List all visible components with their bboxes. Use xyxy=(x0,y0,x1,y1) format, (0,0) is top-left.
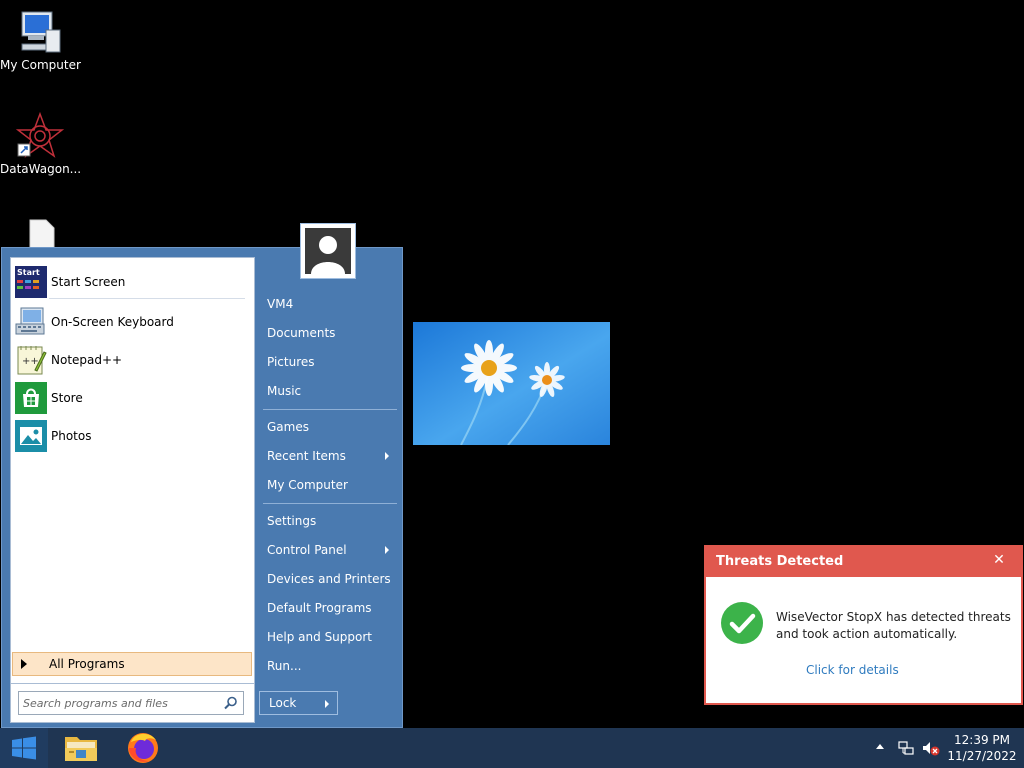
menu-separator xyxy=(263,409,397,410)
desktop-icon-label: DataWagon... xyxy=(0,162,82,176)
menu-item-label: Run... xyxy=(267,659,302,673)
folder-icon xyxy=(65,737,97,761)
menu-item-label: My Computer xyxy=(267,478,348,492)
show-hidden-icons-chevron-up-icon[interactable] xyxy=(876,744,884,749)
menu-separator xyxy=(263,503,397,504)
menu-item-label: Settings xyxy=(267,514,317,528)
threat-notification[interactable]: Threats Detected ✕ WiseVector StopX has … xyxy=(704,545,1023,705)
menu-item-label: Documents xyxy=(267,326,336,340)
firefox-icon xyxy=(128,733,158,763)
pinned-programs-list: Start Start Screen On-Screen Keyboard ++… xyxy=(10,257,255,690)
menu-item-label: VM4 xyxy=(267,297,294,311)
menu-item-label: Recent Items xyxy=(267,449,346,463)
pinned-item-label: Start Screen xyxy=(51,275,126,289)
menu-item-games[interactable]: Games xyxy=(259,414,399,440)
desktop-icon-my-computer[interactable]: My Computer xyxy=(0,8,81,72)
notification-title: Threats Detected xyxy=(716,554,844,569)
checkmark-icon xyxy=(720,601,764,645)
pinned-item-photos[interactable]: Photos xyxy=(15,418,251,454)
notification-header: Threats Detected ✕ xyxy=(706,547,1021,577)
start-screen-icon-text: Start xyxy=(17,268,40,277)
pinned-item-notepad-plus-plus[interactable]: ++ Notepad++ xyxy=(15,342,251,378)
network-icon[interactable] xyxy=(898,740,914,756)
menu-item-help-and-support[interactable]: Help and Support xyxy=(259,624,399,650)
computer-icon xyxy=(16,8,64,56)
pinned-item-label: Notepad++ xyxy=(51,353,123,367)
user-picture[interactable] xyxy=(300,223,356,279)
menu-item-run[interactable]: Run... xyxy=(259,653,399,679)
wallpaper-preview-image xyxy=(413,322,610,445)
all-programs-button[interactable]: All Programs xyxy=(12,652,252,676)
submenu-arrow-icon xyxy=(385,452,389,460)
menu-item-recent-items[interactable]: Recent Items xyxy=(259,443,399,469)
menu-item-music[interactable]: Music xyxy=(259,378,399,404)
notepad-plus-icon: ++ xyxy=(15,344,47,376)
menu-item-label: Control Panel xyxy=(267,543,347,557)
search-box xyxy=(10,683,255,723)
menu-item-default-programs[interactable]: Default Programs xyxy=(259,595,399,621)
windows-logo-icon xyxy=(12,736,36,760)
menu-item-my-computer[interactable]: My Computer xyxy=(259,472,399,498)
menu-item-label: Games xyxy=(267,420,309,434)
start-menu: Start Start Screen On-Screen Keyboard ++… xyxy=(1,247,403,728)
desktop-icon-label: My Computer xyxy=(0,58,81,72)
menu-item-label: Music xyxy=(267,384,302,398)
menu-item-label: Help and Support xyxy=(267,630,372,644)
start-button[interactable] xyxy=(0,728,48,768)
pinned-item-label: Photos xyxy=(51,429,92,443)
pinned-item-store[interactable]: Store xyxy=(15,380,251,416)
pinned-item-label: On-Screen Keyboard xyxy=(51,315,174,329)
pinned-separator xyxy=(49,298,245,299)
menu-item-user-folder[interactable]: VM4 xyxy=(259,291,399,317)
menu-item-pictures[interactable]: Pictures xyxy=(259,349,399,375)
datawagon-icon xyxy=(15,111,65,160)
pinned-item-start-screen[interactable]: Start Start Screen xyxy=(15,264,251,300)
pinned-item-label: Store xyxy=(51,391,83,405)
lock-button[interactable]: Lock xyxy=(259,691,319,715)
svg-text:++: ++ xyxy=(22,356,39,367)
taskbar-firefox-button[interactable] xyxy=(118,728,168,768)
taskbar-clock[interactable]: 12:39 PM 11/27/2022 xyxy=(944,732,1020,764)
pinned-item-on-screen-keyboard[interactable]: On-Screen Keyboard xyxy=(15,304,251,340)
volume-muted-icon[interactable] xyxy=(922,740,940,756)
start-menu-right-pane: VM4 Documents Pictures Music Games Recen… xyxy=(259,248,403,728)
store-icon xyxy=(15,382,47,414)
notification-body: WiseVector StopX has detected threats an… xyxy=(706,577,1021,701)
taskbar: 12:39 PM 11/27/2022 xyxy=(0,728,1024,768)
menu-item-settings[interactable]: Settings xyxy=(259,508,399,534)
notification-message: WiseVector StopX has detected threats an… xyxy=(776,610,1011,641)
photos-icon xyxy=(15,420,47,452)
clock-date: 11/27/2022 xyxy=(947,749,1017,763)
menu-item-label: Devices and Printers xyxy=(267,572,391,586)
search-input[interactable] xyxy=(18,691,244,715)
menu-item-control-panel[interactable]: Control Panel xyxy=(259,537,399,563)
menu-item-documents[interactable]: Documents xyxy=(259,320,399,346)
desktop-icon-datawagon[interactable]: DataWagon... xyxy=(0,111,82,176)
triangle-right-icon xyxy=(21,659,27,669)
close-icon[interactable]: ✕ xyxy=(991,547,1007,577)
search-icon[interactable] xyxy=(224,696,238,710)
clock-time: 12:39 PM xyxy=(954,733,1010,747)
details-link[interactable]: Click for details xyxy=(806,663,899,677)
menu-item-devices-and-printers[interactable]: Devices and Printers xyxy=(259,566,399,592)
submenu-arrow-icon xyxy=(385,546,389,554)
taskbar-file-explorer-button[interactable] xyxy=(56,728,106,768)
power-options-arrow-button[interactable] xyxy=(318,691,338,715)
start-screen-icon: Start xyxy=(15,266,47,298)
menu-item-label: Pictures xyxy=(267,355,315,369)
all-programs-label: All Programs xyxy=(49,657,125,671)
keyboard-icon xyxy=(15,306,47,338)
user-avatar-icon xyxy=(305,228,351,274)
lock-label: Lock xyxy=(269,696,297,710)
menu-item-label: Default Programs xyxy=(267,601,372,615)
